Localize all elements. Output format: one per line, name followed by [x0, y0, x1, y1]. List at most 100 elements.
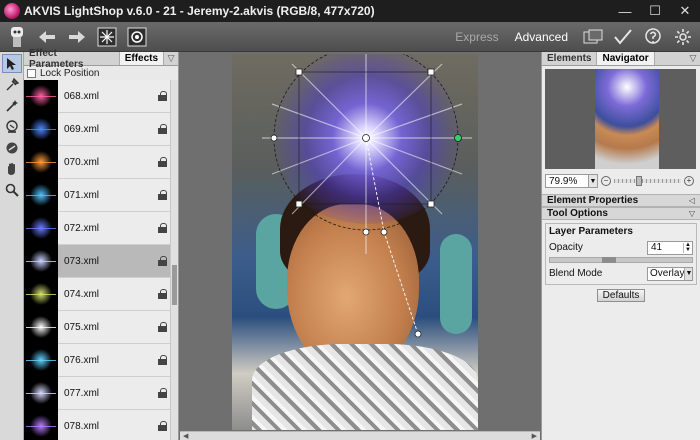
effect-thumbnail[interactable] — [24, 409, 58, 440]
effect-thumbnail[interactable] — [24, 310, 58, 344]
defaults-button[interactable]: Defaults — [597, 289, 645, 302]
tab-elements[interactable]: Elements — [542, 52, 598, 65]
lock-icon — [158, 355, 167, 365]
effect-thumbnail[interactable] — [24, 178, 58, 212]
zoom-slider[interactable] — [614, 176, 681, 186]
effect-list-item[interactable]: 071.xml — [24, 178, 171, 212]
opacity-spinbox[interactable]: 41 ▲ ▼ — [647, 240, 693, 255]
scrollbar-thumb[interactable] — [172, 265, 177, 305]
effect-name: 075.xml — [64, 321, 100, 333]
help-icon[interactable] — [640, 24, 666, 50]
dropdown-arrow-icon[interactable]: ▼ — [684, 267, 693, 280]
lock-icon — [158, 190, 167, 200]
lock-icon — [158, 421, 167, 431]
photo-preview[interactable] — [232, 54, 478, 430]
stamp-tool-icon[interactable] — [2, 117, 22, 136]
effect-thumbnail[interactable] — [24, 277, 58, 311]
navigator-preview[interactable] — [545, 69, 696, 169]
blend-mode-label: Blend Mode — [549, 268, 603, 279]
lock-icon — [158, 289, 167, 299]
close-button[interactable]: ✕ — [670, 0, 700, 22]
effect-list-item[interactable]: 074.xml — [24, 277, 171, 311]
effect-name: 069.xml — [64, 123, 100, 135]
opacity-slider-knob[interactable] — [602, 257, 616, 263]
spin-arrows-icon[interactable]: ▲ ▼ — [683, 242, 692, 253]
effect-name: 078.xml — [64, 420, 100, 432]
effect-list-item[interactable]: 075.xml — [24, 310, 171, 344]
effects-list-scrollbar[interactable] — [170, 80, 178, 440]
collapse-left-icon[interactable]: ◁ — [689, 196, 695, 205]
flash-preview-icon[interactable] — [94, 24, 120, 50]
effect-list-item[interactable]: 077.xml — [24, 376, 171, 410]
magic-wand-tool-icon[interactable] — [2, 96, 22, 115]
lock-icon — [158, 388, 167, 398]
eyedropper-tool-icon[interactable] — [2, 75, 22, 94]
zoom-tool-icon[interactable] — [2, 180, 22, 199]
element-properties-header[interactable]: Element Properties ◁ — [542, 194, 700, 207]
lock-icon — [158, 124, 167, 134]
zoom-out-button[interactable]: − — [601, 176, 611, 186]
blend-mode-value[interactable]: Overlay — [650, 268, 684, 279]
effects-list: 068.xml 069.xml 070.xml 071.xml 072.xml 073.x… — [24, 80, 171, 440]
scroll-left-icon[interactable]: ◀ — [183, 432, 188, 440]
navigator-thumbnail[interactable] — [595, 69, 659, 169]
zoom-dropdown-arrow-icon[interactable]: ▼ — [589, 174, 598, 188]
effect-name: 074.xml — [64, 288, 100, 300]
effect-list-item[interactable]: 070.xml — [24, 145, 171, 179]
effect-thumbnail[interactable] — [24, 376, 58, 410]
effect-list-item[interactable]: 073.xml — [24, 244, 171, 278]
apply-checkmark-icon[interactable] — [610, 24, 636, 50]
app-logo-icon — [4, 3, 20, 19]
effect-name: 073.xml — [64, 255, 100, 267]
effect-name: 072.xml — [64, 222, 100, 234]
light-rays-overlay[interactable] — [232, 54, 478, 430]
panel-menu-icon[interactable]: ▽ — [164, 52, 178, 65]
minimize-button[interactable]: — — [610, 0, 640, 22]
tab-navigator[interactable]: Navigator — [597, 52, 655, 65]
maximize-button[interactable]: ☐ — [640, 0, 670, 22]
effect-thumbnail[interactable] — [24, 80, 58, 113]
app-mascot-icon[interactable] — [4, 24, 30, 50]
effect-name: 077.xml — [64, 387, 100, 399]
zoom-slider-knob[interactable] — [636, 176, 642, 186]
effect-thumbnail[interactable] — [24, 244, 58, 278]
expand-down-icon[interactable]: ▽ — [689, 209, 695, 218]
effect-thumbnail[interactable] — [24, 211, 58, 245]
settings-gear-icon[interactable] — [670, 24, 696, 50]
effect-list-item[interactable]: 068.xml — [24, 80, 171, 113]
effect-list-item[interactable]: 076.xml — [24, 343, 171, 377]
tool-options-header[interactable]: Tool Options ▽ — [542, 207, 700, 220]
layout-icon[interactable] — [580, 24, 606, 50]
opacity-value[interactable]: 41 — [651, 242, 662, 253]
effect-thumbnail[interactable] — [24, 112, 58, 146]
tab-effects[interactable]: Effects — [119, 52, 165, 65]
eraser-tool-icon[interactable] — [2, 138, 22, 157]
effect-list-item[interactable]: 069.xml — [24, 112, 171, 146]
effects-panel-tabs: Effect Parameters Effects ▽ — [24, 48, 178, 70]
effect-thumbnail[interactable] — [24, 145, 58, 179]
navigator-menu-icon[interactable]: ▽ — [686, 52, 700, 65]
advanced-mode-link[interactable]: Advanced — [515, 30, 568, 44]
selection-arrow-tool-icon[interactable] — [2, 54, 22, 73]
zoom-value-field[interactable]: 79.9% — [545, 174, 589, 188]
express-mode-link[interactable]: Express — [455, 30, 498, 44]
opacity-label: Opacity — [549, 242, 583, 253]
blend-mode-select[interactable]: Overlay ▼ — [647, 266, 693, 281]
effect-list-item[interactable]: 078.xml — [24, 409, 171, 440]
tab-effect-parameters[interactable]: Effect Parameters — [24, 48, 120, 70]
lock-position-checkbox[interactable] — [27, 68, 36, 78]
lock-icon — [158, 322, 167, 332]
hand-tool-icon[interactable] — [2, 159, 22, 178]
lock-icon — [158, 91, 167, 101]
image-canvas[interactable]: ◀ ▶ — [180, 52, 540, 440]
opacity-slider[interactable] — [549, 257, 693, 263]
compare-icon[interactable] — [124, 24, 150, 50]
lock-icon — [158, 256, 167, 266]
effect-thumbnail[interactable] — [24, 343, 58, 377]
scroll-right-icon[interactable]: ▶ — [532, 432, 537, 440]
zoom-in-button[interactable]: + — [684, 176, 694, 186]
canvas-horizontal-scrollbar[interactable]: ◀ ▶ — [180, 431, 540, 440]
back-arrow-icon[interactable] — [34, 24, 60, 50]
effect-list-item[interactable]: 072.xml — [24, 211, 171, 245]
forward-arrow-icon[interactable] — [64, 24, 90, 50]
